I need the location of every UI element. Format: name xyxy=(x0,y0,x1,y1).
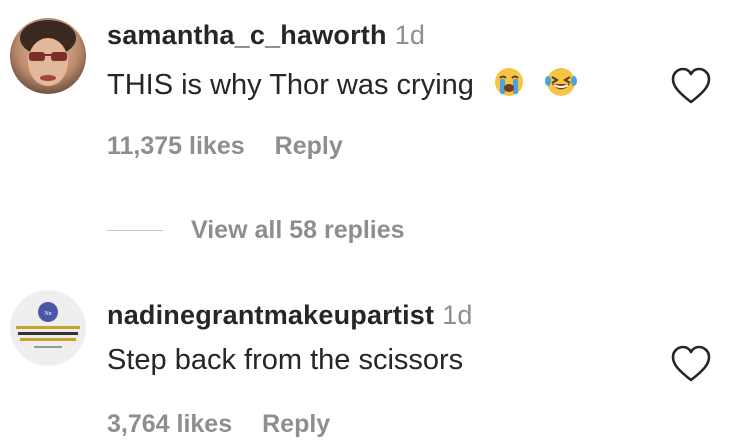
reply-button[interactable]: Reply xyxy=(262,410,330,438)
comment-item: Nn nadinegrantmakeupartist 1d Step back f… xyxy=(0,280,740,446)
username-text[interactable]: samantha_c_haworth xyxy=(107,20,387,50)
comment-time: 1d xyxy=(442,300,473,330)
comment-username[interactable]: samantha_c_haworth 1d xyxy=(107,20,425,51)
comment-text: THIS is why Thor was crying xyxy=(107,66,578,106)
comment-body: THIS is why Thor was crying xyxy=(107,69,474,101)
crying-face-emoji xyxy=(492,66,526,106)
avatar[interactable]: Nn xyxy=(10,290,86,366)
divider-line xyxy=(107,229,163,231)
heart-outline-icon xyxy=(671,67,711,104)
laughing-tears-emoji xyxy=(544,66,578,106)
likes-count[interactable]: 3,764 likes xyxy=(107,410,232,438)
view-replies-label[interactable]: View all 58 replies xyxy=(191,216,405,245)
username-text[interactable]: nadinegrantmakeupartist xyxy=(107,300,434,330)
comment-item: samantha_c_haworth 1d THIS is why Thor wa… xyxy=(0,0,740,200)
user-avatar-photo xyxy=(10,18,86,94)
heart-outline-icon xyxy=(671,345,711,382)
view-replies-toggle[interactable]: View all 58 replies xyxy=(107,212,405,248)
svg-text:Nn: Nn xyxy=(44,311,51,317)
likes-count[interactable]: 11,375 likes xyxy=(107,132,245,160)
comment-username[interactable]: nadinegrantmakeupartist 1d xyxy=(107,300,473,331)
comment-meta: 3,764 likes Reply xyxy=(107,410,330,439)
comments-list: samantha_c_haworth 1d THIS is why Thor wa… xyxy=(0,0,740,446)
avatar[interactable] xyxy=(10,18,86,94)
makeup-artist-logo-avatar: Nn xyxy=(10,290,86,366)
comment-text: Step back from the scissors xyxy=(107,344,463,377)
comment-body: Step back from the scissors xyxy=(107,344,464,376)
comment-meta: 11,375 likes Reply xyxy=(107,132,343,161)
comment-time: 1d xyxy=(394,20,426,50)
like-button[interactable] xyxy=(670,66,712,106)
reply-button[interactable]: Reply xyxy=(275,132,343,160)
like-button[interactable] xyxy=(670,344,712,384)
